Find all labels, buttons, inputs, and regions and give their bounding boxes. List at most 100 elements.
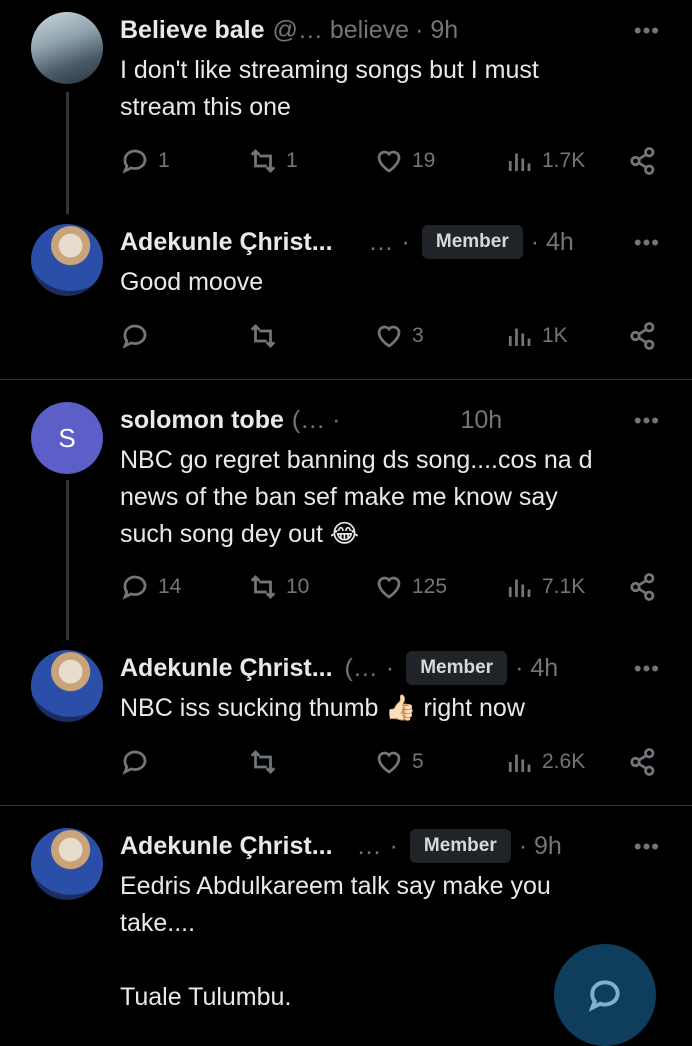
author-handle[interactable]: (… bbox=[345, 654, 378, 683]
reply-icon bbox=[122, 149, 147, 174]
action-bar: 1 1 19 1.7K bbox=[0, 146, 692, 186]
views-button[interactable]: 1.7K bbox=[504, 146, 585, 176]
more-options-icon[interactable]: ••• bbox=[634, 18, 660, 44]
author-handle[interactable]: … bbox=[369, 228, 394, 257]
post-header: solomon tobe (… · 10h bbox=[120, 402, 692, 438]
separator-dot: · bbox=[385, 653, 395, 682]
share-button[interactable] bbox=[628, 747, 658, 777]
views-count: 1K bbox=[542, 324, 568, 347]
post-text: NBC iss sucking thumb 👍🏻 right now bbox=[120, 694, 525, 722]
views-count: 1.7K bbox=[542, 149, 586, 172]
divider bbox=[0, 379, 692, 380]
post-time[interactable]: · 9h bbox=[415, 16, 458, 45]
share-icon bbox=[630, 322, 655, 350]
repost-icon bbox=[250, 149, 276, 173]
post-header: Believe bale @… believe · 9h bbox=[120, 12, 692, 48]
reply-icon bbox=[122, 575, 147, 600]
post-header: Adekunle Çhrist... (… · Member · 4h bbox=[120, 650, 692, 686]
action-bar: 5 2.6K bbox=[0, 747, 692, 787]
like-count: 3 bbox=[412, 324, 424, 347]
views-button[interactable]: 1K bbox=[504, 321, 568, 351]
author-handle[interactable]: @… believe bbox=[273, 16, 410, 45]
views-icon bbox=[508, 579, 531, 597]
author-handle[interactable]: … bbox=[357, 832, 382, 861]
more-options-icon[interactable]: ••• bbox=[634, 408, 660, 434]
like-button[interactable]: 3 bbox=[374, 321, 424, 351]
author-name[interactable]: Adekunle Çhrist... bbox=[120, 654, 333, 683]
share-button[interactable] bbox=[628, 572, 658, 602]
repost-button[interactable] bbox=[248, 747, 278, 777]
views-icon bbox=[508, 754, 531, 772]
member-badge: Member bbox=[421, 225, 523, 259]
like-count: 125 bbox=[412, 575, 448, 598]
like-count: 19 bbox=[412, 149, 436, 172]
post-text: Good moove bbox=[120, 268, 264, 296]
like-button[interactable]: 125 bbox=[374, 572, 447, 602]
avatar[interactable] bbox=[31, 650, 103, 722]
repost-button[interactable]: 1 bbox=[248, 146, 298, 176]
reply-count: 14 bbox=[158, 575, 182, 598]
avatar[interactable]: S bbox=[31, 402, 103, 474]
post-header: Adekunle Çhrist... … · Member · 9h bbox=[120, 828, 692, 864]
views-button[interactable]: 2.6K bbox=[504, 747, 585, 777]
avatar[interactable] bbox=[31, 828, 103, 900]
author-name[interactable]: Adekunle Çhrist... bbox=[120, 832, 333, 861]
avatar[interactable] bbox=[31, 224, 103, 296]
views-count: 2.6K bbox=[542, 750, 586, 773]
reply-button[interactable] bbox=[120, 747, 150, 777]
separator-dot: · bbox=[401, 227, 410, 256]
share-icon bbox=[630, 573, 655, 601]
reply-icon bbox=[122, 324, 147, 349]
reply-icon bbox=[122, 750, 147, 775]
compose-reply-button[interactable] bbox=[554, 944, 656, 1046]
action-bar: 14 10 125 7.1K bbox=[0, 572, 692, 612]
reply-icon bbox=[588, 980, 620, 1012]
thread-line bbox=[66, 480, 69, 640]
author-name[interactable]: Believe bale bbox=[120, 16, 265, 45]
views-icon bbox=[508, 328, 531, 346]
like-button[interactable]: 5 bbox=[374, 747, 424, 777]
heart-icon bbox=[377, 325, 401, 348]
more-options-icon[interactable]: ••• bbox=[634, 230, 660, 256]
repost-button[interactable] bbox=[248, 321, 278, 351]
share-button[interactable] bbox=[628, 146, 658, 176]
like-count: 5 bbox=[412, 750, 424, 773]
member-badge: Member bbox=[406, 651, 508, 685]
heart-icon bbox=[377, 751, 401, 774]
more-options-icon[interactable]: ••• bbox=[634, 656, 660, 682]
post-time[interactable]: 10h bbox=[461, 406, 503, 435]
like-button[interactable]: 19 bbox=[374, 146, 435, 176]
repost-count: 10 bbox=[286, 575, 310, 598]
author-handle[interactable]: (… · bbox=[292, 406, 341, 435]
repost-icon bbox=[250, 575, 276, 599]
post-header: Adekunle Çhrist... … · Member · 4h bbox=[120, 224, 692, 260]
share-icon bbox=[630, 147, 655, 175]
views-icon bbox=[508, 153, 531, 171]
reply-button[interactable]: 14 bbox=[120, 572, 181, 602]
repost-icon bbox=[250, 324, 276, 348]
more-options-icon[interactable]: ••• bbox=[634, 834, 660, 860]
views-button[interactable]: 7.1K bbox=[504, 572, 585, 602]
reply-count: 1 bbox=[158, 149, 170, 172]
views-count: 7.1K bbox=[542, 575, 586, 598]
post-time[interactable]: · 4h bbox=[531, 228, 574, 257]
author-name[interactable]: Adekunle Çhrist... bbox=[120, 228, 333, 257]
author-name[interactable]: solomon tobe bbox=[120, 406, 284, 435]
member-badge: Member bbox=[409, 829, 511, 863]
avatar-letter: S bbox=[58, 422, 76, 453]
share-button[interactable] bbox=[628, 321, 658, 351]
post-text: NBC go regret banning ds song....cos na … bbox=[120, 446, 593, 548]
repost-count: 1 bbox=[286, 149, 298, 172]
repost-button[interactable]: 10 bbox=[248, 572, 309, 602]
post-time[interactable]: · 9h bbox=[519, 832, 562, 861]
repost-icon bbox=[250, 750, 276, 774]
post-text: I don't like streaming songs but I must … bbox=[120, 56, 539, 121]
reply-button[interactable] bbox=[120, 321, 150, 351]
share-icon bbox=[630, 748, 655, 776]
separator-dot: · bbox=[389, 831, 398, 860]
heart-icon bbox=[377, 150, 401, 173]
action-bar: 3 1K bbox=[0, 321, 692, 361]
avatar[interactable] bbox=[31, 12, 103, 84]
post-time[interactable]: · 4h bbox=[515, 654, 558, 683]
reply-button[interactable]: 1 bbox=[120, 146, 170, 176]
